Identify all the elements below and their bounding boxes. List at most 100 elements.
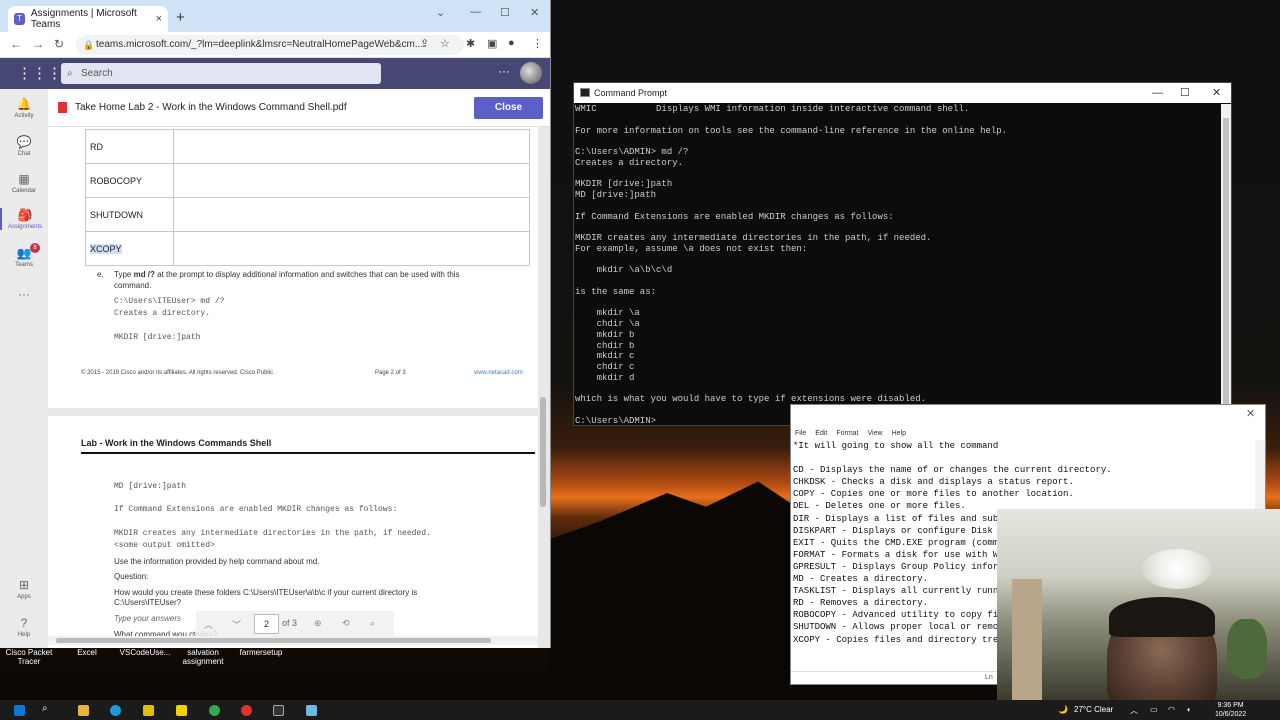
notepad-line bbox=[793, 452, 1255, 464]
new-tab-icon[interactable]: + bbox=[176, 9, 185, 26]
wifi-icon[interactable]: ◠ bbox=[1168, 705, 1175, 714]
cmd-title-bar: Command Prompt — ☐ ✕ bbox=[574, 83, 1231, 103]
app-icon[interactable] bbox=[241, 705, 252, 716]
desktop-icon-vscode[interactable]: VSCodeUse... bbox=[116, 648, 174, 672]
minimize-icon[interactable]: — bbox=[1152, 83, 1163, 103]
page-number-input[interactable]: 2 bbox=[254, 614, 279, 634]
rail-item-teams[interactable]: 👥 Teams 8 bbox=[0, 243, 48, 268]
desktop-icons: Cisco Packet Tracer Excel VSCodeUse... sa… bbox=[0, 648, 290, 672]
chevron-up-icon[interactable]: ︿ bbox=[204, 618, 213, 631]
command-prompt-window: Command Prompt — ☐ ✕ WMIC Displays WMI i… bbox=[573, 82, 1232, 426]
start-icon[interactable] bbox=[14, 705, 25, 716]
pdf-file-icon bbox=[58, 102, 67, 113]
browser-tab[interactable]: T Assignments | Microsoft Teams × bbox=[8, 6, 168, 32]
maximize-icon[interactable]: ☐ bbox=[500, 6, 510, 19]
code-line: If Command Extensions are enabled MKDIR … bbox=[114, 505, 398, 514]
battery-icon[interactable]: ▭ bbox=[1150, 705, 1158, 714]
weather-text[interactable]: 27°C Clear bbox=[1074, 705, 1113, 714]
footer-link[interactable]: www.netacad.com bbox=[474, 370, 523, 376]
backpack-icon: 🎒 bbox=[17, 208, 33, 222]
cmd-icon bbox=[580, 88, 590, 97]
rail-item-help[interactable]: ? Help bbox=[0, 616, 48, 638]
rail-item-activity[interactable]: 🔔 Activity bbox=[0, 97, 48, 119]
code-line: Creates a directory. bbox=[114, 309, 211, 318]
vertical-scrollbar[interactable] bbox=[540, 397, 546, 507]
reload-icon[interactable]: ↻ bbox=[54, 37, 64, 51]
forward-icon[interactable]: → bbox=[32, 37, 44, 51]
window-close-icon[interactable]: ✕ bbox=[530, 6, 539, 19]
close-button[interactable]: Close bbox=[474, 97, 543, 119]
profile-icon[interactable]: ● bbox=[508, 37, 515, 49]
menu-edit[interactable]: Edit bbox=[815, 427, 827, 440]
extensions-icon[interactable]: ✱ bbox=[466, 37, 475, 50]
zoom-in-icon[interactable]: ⊕ bbox=[314, 618, 322, 629]
address-bar-row: ← → ↻ 🔒 teams.microsoft.com/_?lm=deeplin… bbox=[0, 32, 550, 58]
avatar[interactable] bbox=[520, 62, 542, 84]
menu-format[interactable]: Format bbox=[836, 427, 858, 440]
menu-view[interactable]: View bbox=[868, 427, 883, 440]
file-explorer-icon[interactable] bbox=[78, 705, 89, 716]
code-line: MKDIR creates any intermediate directori… bbox=[114, 529, 431, 538]
desktop-icon-salvation[interactable]: salvation assignment bbox=[174, 648, 232, 672]
scrollbar-thumb[interactable] bbox=[1223, 118, 1229, 418]
search-icon[interactable]: ⌕ bbox=[370, 618, 375, 629]
cmd-line bbox=[575, 169, 1220, 180]
cmd-line: mkdir d bbox=[575, 372, 635, 383]
tab-close-icon[interactable]: × bbox=[156, 13, 162, 25]
sidebar-icon[interactable]: ▣ bbox=[487, 37, 497, 50]
rail-item-assignments[interactable]: 🎒 Assignments bbox=[0, 208, 48, 230]
notepad-taskbar-icon[interactable] bbox=[306, 705, 317, 716]
search-input[interactable]: ⌕ Search bbox=[61, 63, 381, 84]
taskbar: ⌕ 🌙 27°C Clear ︿ ▭ ◠ ◖ 9:36 PM 10/6/2022 bbox=[0, 700, 1280, 720]
rail-item-chat[interactable]: 💬 Chat bbox=[0, 135, 48, 157]
maximize-icon[interactable]: ☐ bbox=[1180, 83, 1190, 103]
rail-more-icon[interactable]: ··· bbox=[0, 287, 48, 303]
browser-menu-icon[interactable]: ⋮ bbox=[532, 37, 543, 50]
url-field[interactable]: 🔒 teams.microsoft.com/_?lm=deeplink&lmsr… bbox=[76, 35, 464, 55]
chevron-down-icon[interactable]: ⌄ bbox=[436, 6, 445, 19]
lock-icon: 🔒 bbox=[83, 40, 95, 50]
clock[interactable]: 9:36 PM 10/6/2022 bbox=[1215, 701, 1246, 719]
more-options-icon[interactable]: ··· bbox=[498, 64, 510, 78]
bookmark-star-icon[interactable]: ☆ bbox=[440, 37, 450, 50]
cmd-line bbox=[575, 384, 1220, 395]
scrollbar-thumb[interactable] bbox=[56, 638, 491, 643]
pdf-viewer[interactable]: RD ROBOCOPY SHUTDOWN XCOPY e. Type md /?… bbox=[48, 127, 550, 648]
desktop-icon-excel[interactable]: Excel bbox=[58, 648, 116, 672]
sticky-app-icon[interactable] bbox=[143, 705, 154, 716]
chevron-down-icon[interactable]: ﹀ bbox=[232, 618, 241, 631]
app-launcher-icon[interactable]: ⋮⋮⋮ bbox=[17, 64, 62, 82]
menu-help[interactable]: Help bbox=[892, 427, 906, 440]
cmd-line: mkdir c bbox=[575, 351, 635, 362]
cmd-line: mkdir \a\b\c\d bbox=[575, 265, 673, 276]
cmd-line bbox=[575, 201, 1220, 212]
calendar-icon: ▦ bbox=[18, 172, 30, 186]
share-icon[interactable]: ⇪ bbox=[420, 37, 429, 50]
cmd-scrollbar[interactable] bbox=[1221, 104, 1231, 425]
rotate-icon[interactable]: ⟲ bbox=[342, 618, 350, 629]
app-icon[interactable] bbox=[176, 705, 187, 716]
minimize-icon[interactable]: — bbox=[470, 6, 481, 18]
volume-icon[interactable]: ◖ bbox=[1186, 705, 1191, 714]
search-icon[interactable]: ⌕ bbox=[42, 703, 48, 714]
table-row: RD bbox=[85, 129, 530, 164]
back-icon[interactable]: ← bbox=[10, 37, 22, 51]
code-line: MD [drive:]path bbox=[114, 482, 187, 491]
step-e-text: Type md /? at the prompt to display addi… bbox=[114, 270, 460, 279]
desktop-icon-farmersetup[interactable]: farmersetup bbox=[232, 648, 290, 672]
answer-field[interactable]: Type your answers bbox=[114, 614, 181, 623]
weather-icon: 🌙 bbox=[1058, 705, 1068, 714]
cmd-output[interactable]: WMIC Displays WMI information inside int… bbox=[575, 104, 1220, 425]
window-close-icon[interactable]: ✕ bbox=[1246, 407, 1255, 420]
commands-table: RD ROBOCOPY SHUTDOWN XCOPY bbox=[85, 129, 530, 266]
horizontal-scrollbar[interactable] bbox=[48, 636, 538, 645]
menu-file[interactable]: File bbox=[795, 427, 806, 440]
window-close-icon[interactable]: ✕ bbox=[1212, 83, 1221, 103]
cmd-taskbar-icon[interactable] bbox=[273, 705, 284, 716]
chevron-up-icon[interactable]: ︿ bbox=[1130, 705, 1138, 716]
desktop-icon-cisco[interactable]: Cisco Packet Tracer bbox=[0, 648, 58, 672]
edge-icon[interactable] bbox=[110, 705, 121, 716]
chrome-icon[interactable] bbox=[209, 705, 220, 716]
rail-item-calendar[interactable]: ▦ Calendar bbox=[0, 172, 48, 194]
rail-item-apps[interactable]: ⊞ Apps bbox=[0, 578, 48, 600]
